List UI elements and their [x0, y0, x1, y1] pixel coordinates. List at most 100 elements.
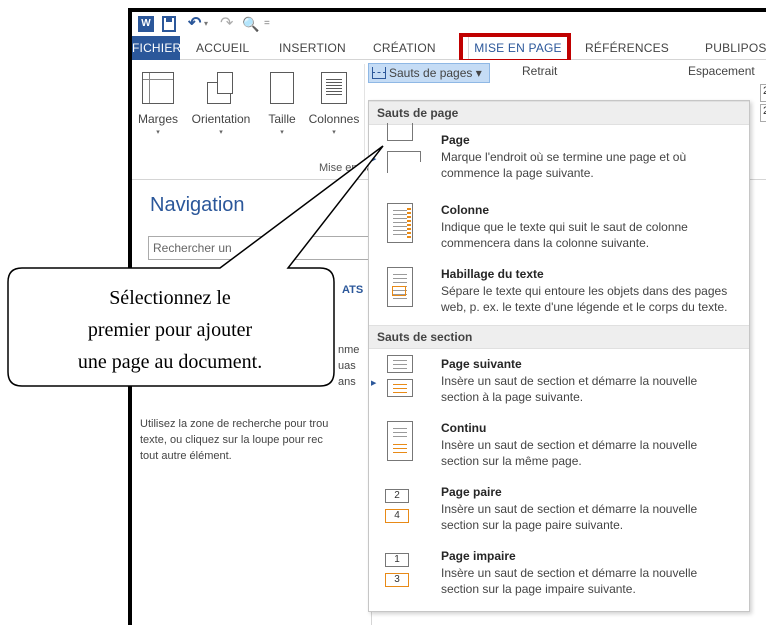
chevron-down-icon: ▾ [219, 129, 223, 136]
tab-fichier[interactable]: FICHIER [132, 36, 181, 60]
tab-insertion[interactable]: INSERTION [279, 36, 346, 60]
quick-access-toolbar: W ↶ ▾ ↷ 🔍 = [132, 12, 766, 36]
tab-references[interactable]: RÉFÉRENCES [585, 36, 669, 60]
text-wrapping-icon [381, 267, 415, 307]
sauts-dropdown-menu: Sauts de page ▶ Page Marque l'endroit où… [368, 100, 750, 612]
menu-item-desc: Marque l'endroit où se termine une page … [441, 149, 741, 181]
menu-item-title: Page paire [441, 485, 502, 499]
odd-page-section-icon: 1 3 [381, 549, 415, 589]
callout-text: Sélectionnez le premier pour ajouter une… [6, 282, 334, 378]
menu-item-desc: Indique que le texte qui suit le saut de… [441, 219, 741, 251]
tab-publipostage[interactable]: PUBLIPOS [705, 36, 766, 60]
callout-line: premier pour ajouter [87, 319, 253, 341]
menu-item-desc: Sépare le texte qui entoure les objets d… [441, 283, 741, 315]
orientation-button[interactable]: Orientation ▾ [186, 72, 256, 136]
page-break-icon [381, 123, 415, 173]
menu-item-page[interactable]: ▶ Page Marque l'endroit où se termine un… [369, 123, 749, 191]
word-app-icon: W [138, 16, 154, 32]
callout-line: une page au document. [77, 351, 263, 373]
ribbon-tabs: FICHIER ACCUEIL INSERTION CRÉATION MISE … [132, 36, 766, 60]
desc-line: Insère un saut de section et démarre la … [441, 502, 698, 516]
navigation-tab-resultats[interactable]: ATS [342, 284, 363, 296]
even-page-number: 2 [385, 489, 409, 503]
navigation-title: Navigation [150, 194, 245, 216]
callout-line: Sélectionnez le [109, 287, 231, 309]
menu-item-desc: Insère un saut de section et démarre la … [441, 501, 741, 533]
menu-item-title: Page impaire [441, 549, 516, 563]
menu-item-title: Habillage du texte [441, 267, 544, 281]
desc-line: Sépare le texte qui entoure les objets d… [441, 284, 728, 298]
selection-arrow-icon: ▶ [371, 380, 377, 387]
section-header-sauts-de-section: Sauts de section [369, 325, 749, 349]
odd-page-number: 1 [385, 553, 409, 567]
retrait-label: Retrait [522, 64, 558, 78]
size-icon [270, 72, 294, 104]
menu-item-continu[interactable]: Continu Insère un saut de section et dém… [369, 415, 749, 479]
navigation-help-text: Utilisez la zone de recherche pour trou … [140, 416, 378, 464]
partial-text-line: ans [338, 376, 356, 388]
colonnes-button[interactable]: Colonnes ▾ [304, 72, 364, 136]
undo-dropdown-icon[interactable]: ▾ [204, 16, 208, 32]
desc-line: Insère un saut de section et démarre la … [441, 374, 698, 388]
menu-item-title: Page suivante [441, 357, 522, 371]
chevron-down-icon: ▾ [280, 129, 284, 136]
desc-line: section sur la page paire suivante. [441, 518, 624, 532]
even-page-number: 4 [385, 509, 409, 523]
help-line: Utilisez la zone de recherche pour trou [140, 418, 329, 430]
tab-accueil[interactable]: ACCUEIL [196, 36, 249, 60]
taille-label: Taille [268, 112, 296, 126]
desc-line: web, p. ex. le texte d'une légende et le… [441, 300, 728, 314]
odd-page-number: 3 [385, 573, 409, 587]
print-preview-icon[interactable]: 🔍 [242, 16, 259, 32]
menu-item-page-impaire[interactable]: 1 3 Page impaire Insère un saut de secti… [369, 543, 749, 607]
margins-icon [142, 72, 174, 104]
orientation-label: Orientation [191, 112, 251, 126]
marges-label: Marges [137, 112, 178, 126]
menu-item-title: Page [441, 133, 470, 147]
tab-creation[interactable]: CRÉATION [373, 36, 436, 60]
customize-toolbar-icon[interactable]: = [264, 16, 270, 32]
partial-text-line: nme [338, 344, 360, 356]
navigation-partial-text: nme uas ans [338, 342, 359, 390]
menu-item-page-paire[interactable]: 2 4 Page paire Insère un saut de section… [369, 479, 749, 543]
desc-line: section à la page suivante. [441, 390, 584, 404]
menu-item-title: Continu [441, 421, 487, 435]
desc-line: Indique que le texte qui suit le saut de… [441, 220, 688, 234]
sauts-de-pages-label: Sauts de pages ▾ [389, 66, 482, 80]
navigation-search-input[interactable]: Rechercher un [148, 236, 378, 260]
spacing-after-field[interactable]: 2 [760, 104, 766, 122]
menu-item-desc: Insère un saut de section et démarre la … [441, 565, 741, 597]
even-page-section-icon: 2 4 [381, 485, 415, 525]
menu-item-habillage[interactable]: Habillage du texte Sépare le texte qui e… [369, 261, 749, 325]
undo-icon[interactable]: ↶ [188, 16, 201, 32]
desc-line: section sur la même page. [441, 454, 582, 468]
espacement-label: Espacement [688, 64, 755, 78]
desc-line: commence la page suivante. [441, 166, 594, 180]
colonnes-label: Colonnes [308, 112, 360, 126]
ribbon-separator [364, 64, 365, 172]
orientation-icon [205, 72, 237, 104]
desc-line: commencera dans la colonne suivante. [441, 236, 650, 250]
menu-item-colonne[interactable]: Colonne Indique que le texte qui suit le… [369, 197, 749, 261]
column-break-icon [381, 203, 415, 243]
chevron-down-icon: ▾ [156, 129, 160, 136]
chevron-down-icon: ▾ [332, 129, 336, 136]
section-header-sauts-de-page: Sauts de page [369, 101, 749, 125]
partial-text-line: uas [338, 360, 356, 372]
save-icon[interactable] [162, 16, 176, 32]
sauts-de-pages-button[interactable]: Sauts de pages ▾ [368, 63, 490, 83]
navigation-pane: Navigation Rechercher un ATS nme uas ans… [132, 180, 378, 625]
desc-line: Insère un saut de section et démarre la … [441, 438, 698, 452]
taille-button[interactable]: Taille ▾ [262, 72, 302, 136]
redo-icon[interactable]: ↷ [220, 16, 233, 32]
marges-button[interactable]: Marges ▾ [132, 72, 184, 136]
columns-icon [321, 72, 347, 104]
menu-item-desc: Insère un saut de section et démarre la … [441, 373, 741, 405]
continuous-section-icon [381, 421, 415, 461]
desc-line: section sur la page impaire suivante. [441, 582, 636, 596]
desc-line: Marque l'endroit où se termine une page … [441, 150, 687, 164]
help-line: texte, ou cliquez sur la loupe pour rec [140, 434, 323, 446]
menu-item-page-suivante[interactable]: ▶ Page suivante Insère un saut de sectio… [369, 351, 749, 415]
selection-arrow-icon: ▶ [371, 156, 377, 163]
spacing-before-field[interactable]: 2 [760, 84, 766, 102]
